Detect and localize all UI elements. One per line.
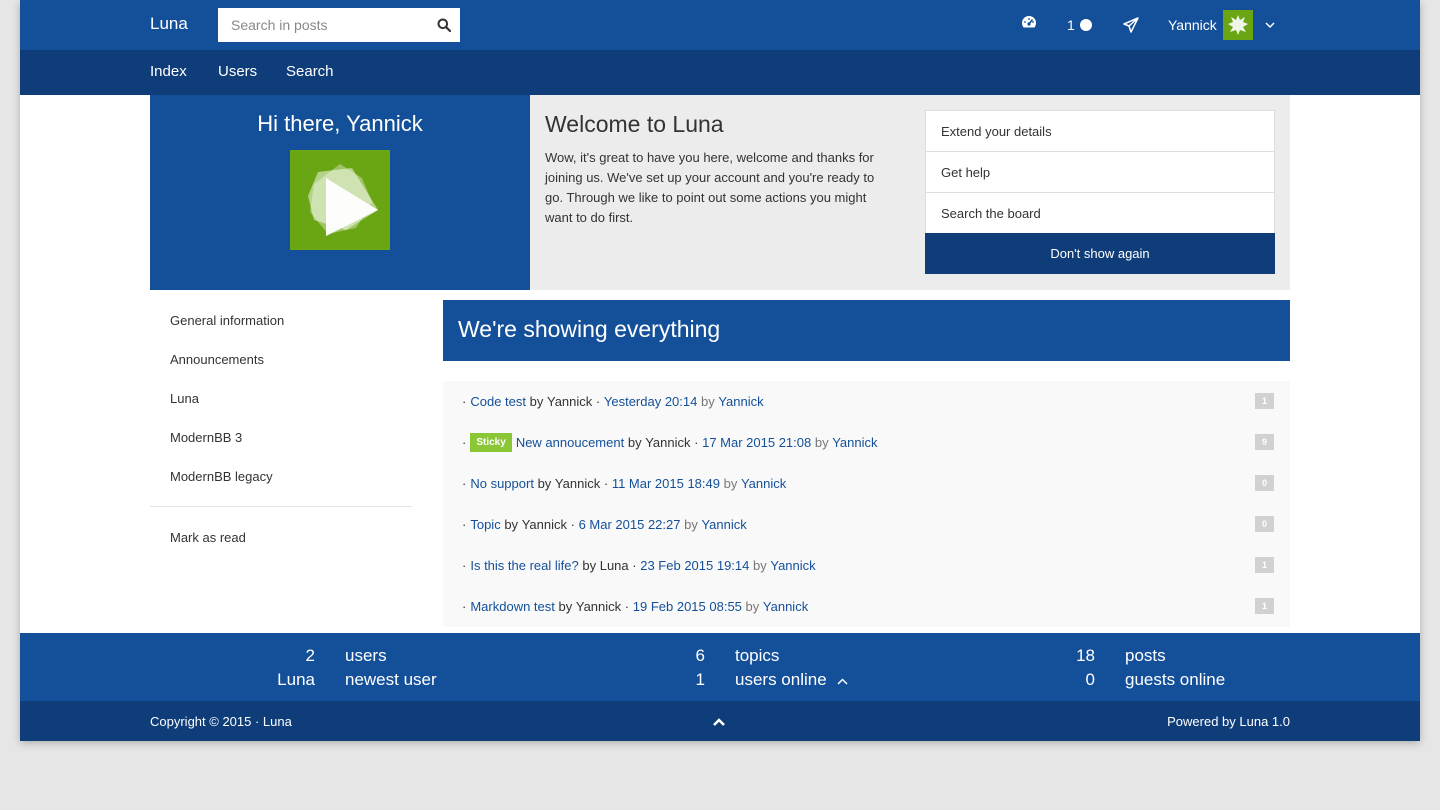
topic-title-link[interactable]: New annoucement — [516, 435, 624, 450]
topics-banner: We're showing everything — [443, 300, 1290, 361]
reply-count-badge: 1 — [1255, 598, 1274, 614]
topic-last-post-link[interactable]: 6 Mar 2015 22:27 — [579, 517, 681, 532]
footer: Copyright © 2015 · Luna Powered by Luna … — [20, 701, 1420, 741]
topic-author: Yannick — [554, 476, 601, 491]
reply-count-badge: 1 — [1255, 393, 1274, 409]
greeting: Hi there, Yannick — [257, 111, 423, 136]
welcome-actions: Extend your details Get help Search the … — [925, 110, 1275, 274]
welcome-profile-panel: Hi there, Yannick — [150, 95, 530, 290]
reply-count-badge: 1 — [1255, 557, 1274, 573]
banner-title: We're showing everything — [458, 316, 721, 342]
topic-last-post-link[interactable]: 11 Mar 2015 18:49 — [612, 476, 720, 491]
topic-author: Yannick — [521, 517, 567, 532]
topic-author: Yannick — [645, 435, 691, 450]
chevron-down-icon — [1265, 21, 1275, 28]
back-to-top-button[interactable] — [712, 715, 726, 730]
brand-link[interactable]: Luna — [150, 14, 188, 34]
nav-search[interactable]: Search — [286, 63, 334, 80]
stat-guests-label: guests online — [1125, 670, 1226, 689]
topic-row: · Topic by Yannick · 6 Mar 2015 22:27 by… — [443, 504, 1290, 545]
welcome-text: Wow, it's great to have you here, welcom… — [545, 150, 875, 225]
mark-as-read-link[interactable]: Mark as read — [170, 530, 246, 545]
stat-newest-value[interactable]: Luna — [215, 670, 315, 690]
username-label: Yannick — [1168, 17, 1217, 33]
stat-users-label: users — [345, 646, 387, 665]
topic-row: · Markdown test by Yannick · 19 Feb 2015… — [443, 586, 1290, 627]
reply-count-badge: 0 — [1255, 516, 1274, 532]
nav-users[interactable]: Users — [218, 63, 257, 80]
stat-online-value: 1 — [695, 670, 705, 689]
topic-row: · No support by Yannick · 11 Mar 2015 18… — [443, 463, 1290, 504]
top-bar: Luna 1 Yannick — [20, 0, 1420, 50]
search-button[interactable] — [428, 8, 460, 42]
stat-posts-label: posts — [1125, 646, 1166, 665]
topic-last-poster-link[interactable]: Yannick — [770, 558, 815, 573]
send-icon — [1123, 17, 1139, 33]
topic-author: Yannick — [546, 394, 593, 409]
search-input[interactable] — [218, 8, 428, 42]
topic-last-poster-link[interactable]: Yannick — [832, 435, 877, 450]
board-stats: 2 users Luna newest user 6 topics 1 user… — [20, 633, 1420, 701]
stat-users-value: 2 — [305, 646, 315, 665]
stat-guests-value: 0 — [1085, 670, 1095, 689]
dashboard-button[interactable] — [1021, 15, 1037, 29]
topic-last-poster-link[interactable]: Yannick — [763, 599, 808, 614]
search-box — [218, 8, 460, 42]
topic-title-link[interactable]: Topic — [470, 517, 500, 532]
powered-by-text: Powered by Luna 1.0 — [1167, 714, 1290, 729]
topic-title-link[interactable]: No support — [470, 476, 534, 491]
app-shell: Luna 1 Yannick Index Users Search — [20, 0, 1420, 741]
chevron-up-icon — [713, 718, 725, 726]
reply-count-badge: 9 — [1255, 434, 1274, 450]
topic-row: · Code test by Yannick · Yesterday 20:14… — [443, 381, 1290, 422]
topic-last-post-link[interactable]: Yesterday 20:14 — [604, 394, 697, 409]
topic-last-poster-link[interactable]: Yannick — [741, 476, 786, 491]
topic-title-link[interactable]: Code test — [470, 394, 526, 409]
sidebar-item-luna[interactable]: Luna — [170, 391, 199, 406]
sidebar-item-general-information[interactable]: General information — [170, 313, 284, 328]
chevron-up-icon — [837, 678, 848, 685]
sidebar-divider — [150, 506, 412, 507]
users-online-toggle[interactable]: users online — [735, 670, 848, 690]
action-get-help[interactable]: Get help — [925, 151, 1275, 192]
topic-last-post-link[interactable]: 23 Feb 2015 19:14 — [640, 558, 749, 573]
avatar — [1222, 10, 1253, 40]
stat-online-label: users online — [735, 670, 827, 689]
dashboard-icon — [1021, 16, 1037, 28]
notification-dot-icon — [1079, 19, 1092, 31]
action-search-board[interactable]: Search the board — [925, 192, 1275, 233]
sidebar-item-announcements[interactable]: Announcements — [170, 352, 264, 367]
topic-row: · Is this the real life? by Luna · 23 Fe… — [443, 545, 1290, 586]
topic-last-poster-link[interactable]: Yannick — [718, 394, 763, 409]
sidebar-item-modernbb-3[interactable]: ModernBB 3 — [170, 430, 242, 445]
nav-bar: Index Users Search — [20, 50, 1420, 95]
topic-last-post-link[interactable]: 19 Feb 2015 08:55 — [633, 599, 742, 614]
sticky-badge: Sticky — [470, 433, 512, 452]
notifications-button[interactable]: 1 — [1067, 17, 1092, 33]
stat-topics-label: topics — [735, 646, 780, 665]
reply-count-badge: 0 — [1255, 475, 1274, 491]
copyright-text: Copyright © 2015 · Luna — [150, 714, 292, 729]
dont-show-again-button[interactable]: Don't show again — [925, 233, 1275, 274]
avatar[interactable] — [290, 150, 390, 250]
topic-last-post-link[interactable]: 17 Mar 2015 21:08 — [702, 435, 811, 450]
topic-author: Luna — [599, 558, 629, 573]
stat-newest-label: newest user — [345, 670, 437, 689]
sidebar-item-modernbb-legacy[interactable]: ModernBB legacy — [170, 469, 273, 484]
welcome-panel: Welcome to Luna Wow, it's great to have … — [530, 95, 1290, 290]
stat-posts-value: 18 — [1076, 646, 1095, 665]
topic-author: Yannick — [575, 599, 622, 614]
action-extend-details[interactable]: Extend your details — [925, 110, 1275, 151]
nav-index[interactable]: Index — [150, 63, 187, 80]
topic-row: · Sticky New annoucement by Yannick · 17… — [443, 422, 1290, 463]
search-icon — [437, 18, 451, 32]
topic-last-poster-link[interactable]: Yannick — [701, 517, 746, 532]
topic-title-link[interactable]: Is this the real life? — [470, 558, 578, 573]
notifications-count: 1 — [1067, 17, 1075, 33]
user-menu[interactable]: Yannick — [1168, 10, 1275, 40]
messages-button[interactable] — [1123, 17, 1139, 33]
topic-title-link[interactable]: Markdown test — [470, 599, 555, 614]
welcome-title: Welcome to Luna — [545, 111, 724, 137]
stat-topics-value: 6 — [695, 646, 705, 665]
